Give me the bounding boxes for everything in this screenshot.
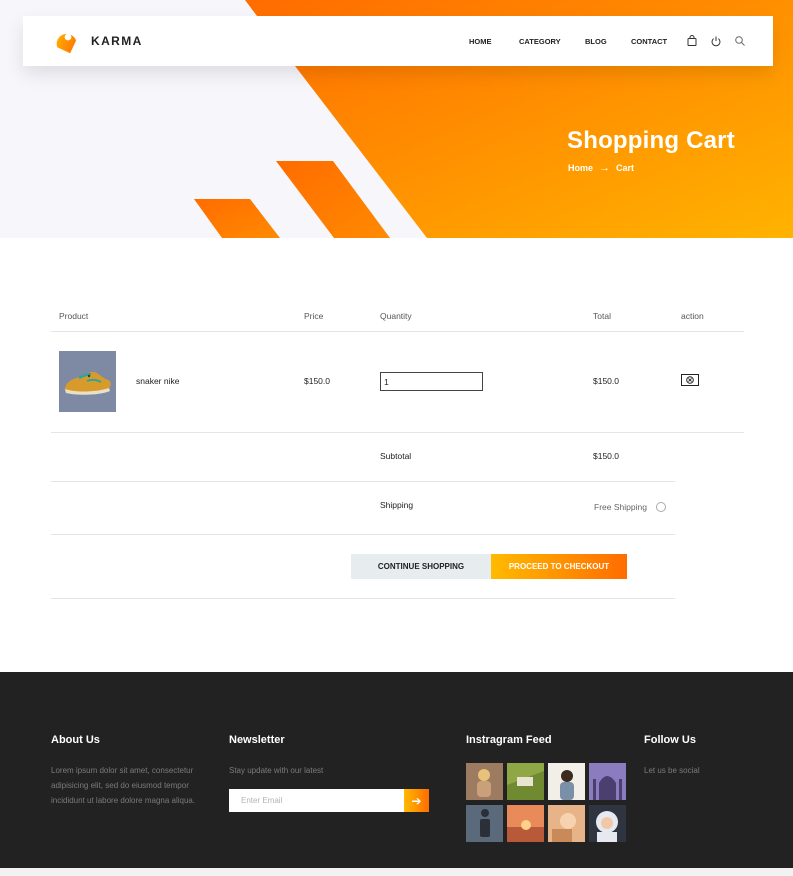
arrow-right-icon: → (599, 162, 611, 174)
search-icon[interactable] (734, 35, 746, 47)
about-title: About Us (51, 734, 100, 746)
col-header-action: action (681, 311, 704, 321)
proceed-to-checkout-button[interactable]: PROCEED TO CHECKOUT (491, 554, 627, 579)
subtotal-value: $150.0 (593, 451, 619, 461)
table-divider (51, 598, 675, 599)
email-input[interactable] (229, 789, 404, 812)
nav-blog[interactable]: BLOG (585, 37, 607, 46)
nav-contact[interactable]: CONTACT (631, 37, 667, 46)
logo-icon[interactable] (50, 24, 86, 60)
free-shipping-label: Free Shipping (594, 502, 647, 512)
breadcrumb-home[interactable]: Home (568, 163, 593, 173)
instagram-thumb[interactable] (589, 805, 626, 842)
remove-item-icon[interactable] (681, 374, 699, 386)
nav-home[interactable]: HOME (469, 37, 492, 46)
table-divider (51, 432, 744, 433)
col-header-quantity: Quantity (380, 311, 412, 321)
col-header-product: Product (59, 311, 89, 321)
breadcrumb-cart[interactable]: Cart (616, 163, 634, 173)
instagram-thumb[interactable] (466, 763, 503, 800)
continue-shopping-button[interactable]: CONTINUE SHOPPING (351, 554, 491, 579)
arrow-right-icon: ➔ (411, 793, 422, 808)
about-text: Lorem ipsum dolor sit amet, consectetur … (51, 766, 196, 805)
table-divider (51, 331, 744, 332)
table-divider (51, 481, 675, 482)
newsletter-title: Newsletter (229, 734, 285, 746)
footer-bottom-bar (0, 868, 793, 876)
quantity-input[interactable] (380, 372, 483, 391)
newsletter-text: Stay update with our latest (229, 766, 324, 775)
free-shipping-radio[interactable] (656, 502, 666, 512)
product-image (59, 351, 116, 412)
instagram-thumb[interactable] (507, 805, 544, 842)
follow-text: Let us be social (644, 766, 700, 775)
col-header-total: Total (593, 311, 611, 321)
page-title: Shopping Cart (567, 127, 735, 154)
col-header-price: Price (304, 311, 324, 321)
subtotal-label: Subtotal (380, 451, 412, 461)
shopping-bag-icon[interactable] (686, 35, 698, 47)
shipping-label: Shipping (380, 500, 414, 510)
instagram-thumb[interactable] (589, 763, 626, 800)
instagram-thumb[interactable] (466, 805, 503, 842)
follow-title: Follow Us (644, 734, 696, 746)
instagram-thumb[interactable] (548, 805, 585, 842)
site-footer: About Us Lorem ipsum dolor sit amet, con… (0, 672, 793, 876)
power-icon[interactable] (710, 35, 722, 47)
table-divider (51, 534, 675, 535)
nav-category[interactable]: CATEGORY (519, 37, 561, 46)
site-header: KARMA HOME CATEGORY BLOG CONTACT (23, 16, 773, 66)
product-price: $150.0 (304, 376, 330, 386)
product-total: $150.0 (593, 376, 619, 386)
instagram-thumb[interactable] (507, 763, 544, 800)
brand-name[interactable]: KARMA (91, 34, 143, 48)
instagram-thumb[interactable] (548, 763, 585, 800)
subscribe-button[interactable]: ➔ (404, 789, 429, 812)
instagram-title: Instragram Feed (466, 734, 552, 746)
breadcrumb: Home → Cart (568, 162, 634, 174)
product-name[interactable]: snaker nike (136, 376, 179, 386)
